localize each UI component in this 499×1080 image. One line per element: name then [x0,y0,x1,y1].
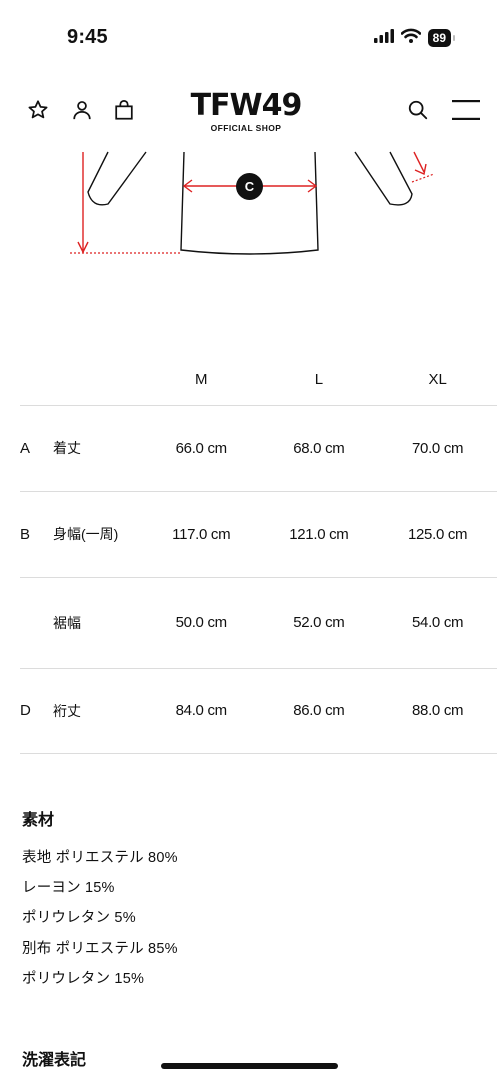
size-chart: M L XL A 着丈 66.0 cm 68.0 cm 70.0 cm B 身幅… [20,355,497,754]
size-diagram: C [0,142,499,262]
cellular-signal-icon [373,28,394,48]
row-code [20,576,53,668]
material-list: 表地 ポリエステル 80% レーヨン 15% ポリウレタン 5% 別布 ポリエス… [22,847,178,998]
row-label: 着丈 [53,404,143,491]
size-header-l: L [314,371,324,389]
shopping-bag-icon[interactable] [112,98,136,122]
size-value: 86.0 cm [259,667,379,754]
row-code: B [20,490,53,577]
size-chart-table: M L XL A 着丈 66.0 cm 68.0 cm 70.0 cm B 身幅… [20,355,497,754]
size-value: 117.0 cm [143,490,260,577]
wifi-icon [400,28,421,48]
account-user-icon[interactable] [70,98,94,122]
size-header-m: M [194,371,208,389]
size-value: 54.0 cm [378,576,497,668]
favorite-star-icon[interactable] [26,98,50,122]
size-value: 121.0 cm [259,490,379,577]
size-header-xl: XL [428,371,447,389]
row-label: 裾幅 [53,576,143,668]
table-row: 裾幅 50.0 cm 52.0 cm 54.0 cm [20,576,497,668]
home-indicator[interactable] [161,1063,338,1069]
size-value: 70.0 cm [378,404,497,491]
header-blank [20,355,53,405]
row-code: A [20,404,53,491]
table-row: A 着丈 66.0 cm 68.0 cm 70.0 cm [20,404,497,491]
logo-subtitle: OFFICIAL SHOP [210,123,282,133]
site-header: TFW49 OFFICIAL SHOP [0,86,499,142]
hamburger-menu-icon[interactable] [450,98,482,122]
size-value: 66.0 cm [143,404,260,491]
row-label: 身幅(一周) [53,490,143,577]
battery-tip [453,35,455,41]
size-value: 52.0 cm [259,576,379,668]
care-label-title: 洗濯表記 [22,1052,87,1069]
header-blank [53,355,143,405]
size-value: 84.0 cm [143,667,260,754]
material-line: ポリウレタン 15% [22,970,145,987]
material-line: 表地 ポリエステル 80% [22,850,178,866]
material-line: レーヨン 15% [22,880,115,897]
status-time: 9:45 [67,26,108,48]
size-header-row: M L XL [20,355,497,405]
size-value: 68.0 cm [259,404,379,491]
row-label: 裄丈 [53,667,143,754]
status-icons: 89 [373,28,455,48]
material-line: 別布 ポリエステル 85% [22,940,178,957]
size-value: 125.0 cm [378,490,497,577]
size-value: 50.0 cm [143,576,260,668]
table-row: B 身幅(一周) 117.0 cm 121.0 cm 125.0 cm [20,490,497,577]
measurement-c-marker: C [236,173,263,200]
site-logo[interactable]: TFW49 OFFICIAL SHOP [190,88,303,134]
garment-diagram-svg [70,151,435,255]
row-code: D [20,667,53,754]
material-title: 素材 [22,812,55,829]
search-icon[interactable] [406,98,430,122]
table-row: D 裄丈 84.0 cm 86.0 cm 88.0 cm [20,667,497,754]
logo-text: TFW49 [190,88,303,123]
material-line: ポリウレタン 5% [22,910,136,927]
battery-indicator: 89 [427,29,451,47]
status-bar: 9:45 89 [0,0,499,72]
size-value: 88.0 cm [378,667,497,754]
